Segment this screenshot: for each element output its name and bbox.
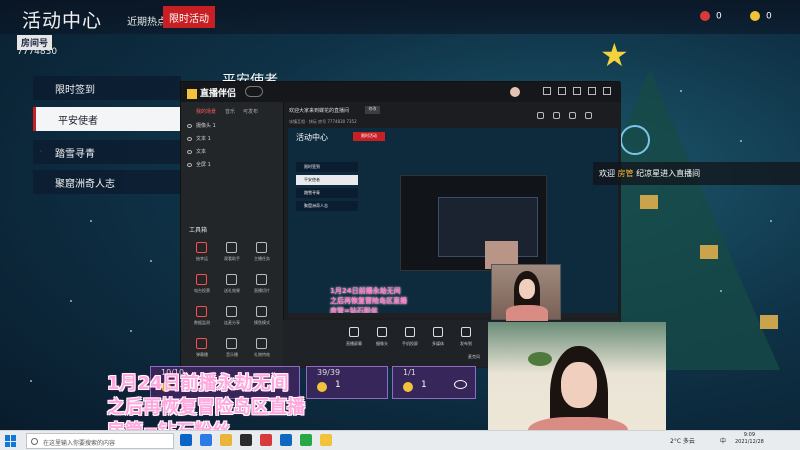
more-icon[interactable] xyxy=(585,112,592,119)
rose-icon xyxy=(700,11,710,21)
livestream-app-icon[interactable] xyxy=(320,434,332,446)
tool-button[interactable]: 音乐播 xyxy=(217,338,247,366)
bell-icon[interactable] xyxy=(569,112,576,119)
close-icon[interactable] xyxy=(603,87,611,95)
task-view-icon[interactable] xyxy=(180,434,192,446)
coin-icon xyxy=(403,382,413,392)
camera-button[interactable]: 摄像头 xyxy=(368,327,396,357)
preview-menu-item: 踏雪寻青 xyxy=(296,188,358,198)
windows-start-icon[interactable] xyxy=(5,435,17,447)
preview-nav-tab: 限时活动 xyxy=(353,132,385,141)
ornament-icon xyxy=(620,125,650,155)
live-preview[interactable]: 活动中心 限时活动 限时签到 平安使者 踏雪寻青 聚窟洲奇人志 1月24日前播永… xyxy=(288,128,618,318)
tool-button[interactable]: 主播任务 xyxy=(247,242,277,270)
edge-icon[interactable] xyxy=(200,434,212,446)
app-icon[interactable] xyxy=(260,434,272,446)
gift-icon xyxy=(700,245,718,259)
preview-menu-item: 限时签到 xyxy=(296,162,358,172)
reward-card[interactable]: 39/39 1 xyxy=(306,366,388,399)
page-title: 活动中心 xyxy=(22,10,103,32)
tool-button[interactable]: 摸鱼模式 xyxy=(247,306,277,334)
taskbar-search-input[interactable]: 在这里输入你要搜索的内容 xyxy=(26,433,174,449)
rose-count: 0 xyxy=(700,11,722,22)
eye-icon[interactable] xyxy=(187,162,192,167)
chat-welcome-toast: 欢迎 房管 纪凉星进入直播间 xyxy=(593,162,800,185)
top-bar: 活动中心 近期热点 限时活动 0 0 xyxy=(0,0,800,34)
preview-title: 活动中心 xyxy=(296,133,328,142)
eye-icon[interactable] xyxy=(454,380,467,389)
settings-icon[interactable] xyxy=(553,112,560,119)
input-language[interactable]: 中 xyxy=(720,436,726,445)
menu-item-snow-walk[interactable]: 踏雪寻青 xyxy=(33,140,181,164)
software-logo: 直播伴侣 xyxy=(187,86,236,99)
scene-item[interactable]: 全屏 1 xyxy=(187,161,211,168)
stream-title: 欢迎大家来到蝶花的直播间 xyxy=(289,108,350,114)
scene-item[interactable]: 文本 xyxy=(187,148,206,155)
play-toggle[interactable] xyxy=(245,86,263,97)
plant xyxy=(528,352,552,366)
gift-icon xyxy=(640,195,658,209)
folder-icon[interactable] xyxy=(220,434,232,446)
coin-icon xyxy=(317,382,327,392)
steam-icon[interactable] xyxy=(240,434,252,446)
menu-item-peace-envoy[interactable]: 平安使者 xyxy=(33,107,181,131)
eye-icon[interactable] xyxy=(187,149,192,154)
stream-caption-line: 之后再恢复冒险岛区直播 xyxy=(107,397,305,418)
app-icon[interactable] xyxy=(280,434,292,446)
software-titlebar: 直播伴侣 xyxy=(181,82,621,102)
eye-icon[interactable] xyxy=(187,136,192,141)
screen-capture-button[interactable]: 直播屏幕 xyxy=(340,327,368,357)
phone-cast-button[interactable]: 手机投屏 xyxy=(396,327,424,357)
bean-count: 0 xyxy=(750,11,772,22)
star-icon: ★ xyxy=(600,36,629,74)
preview-caption: 1月24日前播永劫无间 之后再恢复冒险岛区直播 房管=钻石粉丝 xyxy=(330,287,407,315)
eye-icon[interactable] xyxy=(187,123,192,128)
tool-button[interactable]: 电台投票 xyxy=(187,274,217,302)
taskbar-clock[interactable]: 9:09 2021/12/28 xyxy=(735,432,764,446)
gift-icon xyxy=(760,315,778,329)
tool-button[interactable]: 数据监测 xyxy=(187,306,217,334)
edit-title-button[interactable]: 修改 xyxy=(365,106,380,114)
minimize-icon[interactable] xyxy=(573,87,581,95)
tool-button[interactable]: 弹幕播 xyxy=(187,338,217,366)
share-icon[interactable] xyxy=(537,112,544,119)
mail-icon[interactable] xyxy=(558,87,566,95)
preview-menu-item: 聚窟洲奇人志 xyxy=(296,201,358,211)
webcam-preview-small xyxy=(491,264,561,321)
media-button[interactable]: 多媒体 xyxy=(424,327,452,357)
reward-card[interactable]: 1/1 1 xyxy=(392,366,476,399)
tool-button[interactable]: 连麦分享 xyxy=(217,306,247,334)
maximize-icon[interactable] xyxy=(588,87,596,95)
room-number: 7774830 xyxy=(17,47,58,57)
bean-icon xyxy=(750,11,760,21)
tab-publish[interactable]: 可发布 xyxy=(243,108,258,115)
tool-button[interactable]: 直播切片 xyxy=(247,274,277,302)
preview-bar xyxy=(288,313,618,318)
menu-item-checkin[interactable]: 限时签到 xyxy=(33,76,181,100)
tool-button[interactable]: 观看助手 xyxy=(217,242,247,270)
stream-caption-line: 1月24日前播永劫无间 xyxy=(107,373,289,394)
tool-button[interactable]: 抽幸运 xyxy=(187,242,217,270)
tab-music[interactable]: 音乐 xyxy=(225,108,235,115)
search-icon xyxy=(31,438,38,445)
scene-item[interactable]: 摄像头 1 xyxy=(187,122,216,129)
scene-item[interactable]: 文本 1 xyxy=(187,135,211,142)
tab-my-scene[interactable]: 我的场景 xyxy=(196,108,216,115)
tab-limited-activity[interactable]: 限时活动 xyxy=(163,6,215,28)
gift-icon[interactable] xyxy=(543,87,551,95)
menu-item-strange-people[interactable]: 聚窟洲奇人志 xyxy=(33,170,181,194)
tool-button[interactable]: 送礼效果 xyxy=(217,274,247,302)
stream-info: 冰镇互相 · 快玩 房号 7774830 7352 xyxy=(289,119,357,124)
toolbox-title: 工具箱 xyxy=(189,227,208,234)
app-icon[interactable] xyxy=(300,434,312,446)
tool-button[interactable]: 礼物特效 xyxy=(247,338,277,366)
preview-menu-item: 平安使者 xyxy=(296,175,358,185)
weather-indicator[interactable]: 2°C 多云 xyxy=(670,436,695,445)
avatar[interactable] xyxy=(510,87,520,97)
